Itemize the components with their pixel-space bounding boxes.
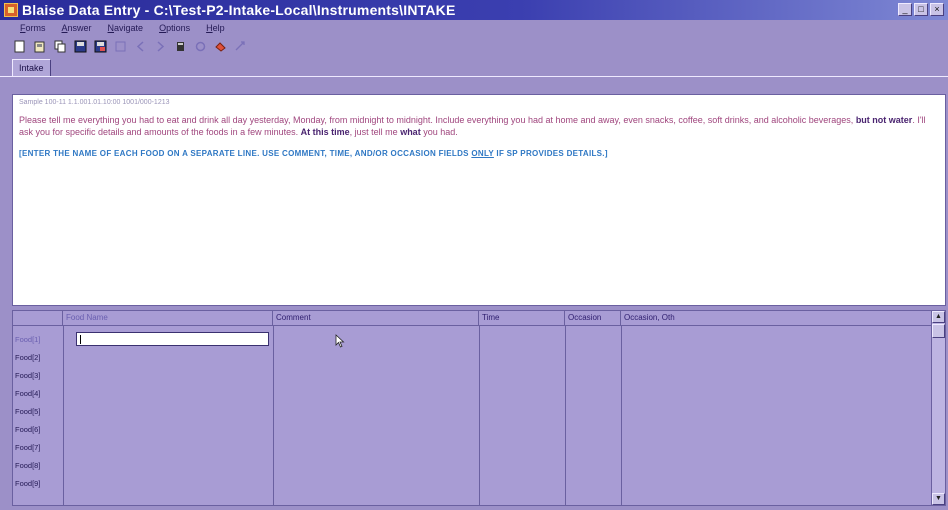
column-divider <box>479 325 480 505</box>
new-form-icon[interactable] <box>13 39 27 53</box>
next-icon[interactable] <box>153 39 167 53</box>
food-list-grid: Food Name Comment Time Occasion Occasion… <box>12 310 946 506</box>
close-button[interactable]: × <box>930 3 944 16</box>
menu-answer[interactable]: Answer <box>62 23 92 33</box>
maximize-button[interactable]: □ <box>914 3 928 16</box>
text-caret <box>80 335 81 344</box>
first-page-icon[interactable] <box>113 39 127 53</box>
question-panel: Sample 100-11 1.1.001.01.10:00 1001/000-… <box>12 94 946 306</box>
previous-icon[interactable] <box>133 39 147 53</box>
question-text-part: Please tell me everything you had to eat… <box>19 115 856 125</box>
instruction-part: IF SP PROVIDES DETAILS.] <box>493 149 608 158</box>
instruction-emphasis: ONLY <box>471 149 494 158</box>
column-header-occasion: Occasion <box>565 311 621 325</box>
row-label-food-2[interactable]: Food[2] <box>15 352 40 364</box>
menu-help[interactable]: Help <box>206 23 225 33</box>
question-header: Sample 100-11 1.1.001.01.10:00 1001/000-… <box>19 99 170 106</box>
tab-strip: Intake <box>0 58 948 77</box>
menu-bar: Forms Answer Navigate Options Help <box>0 21 948 35</box>
vertical-scrollbar[interactable]: ▲ ▼ <box>931 311 945 505</box>
question-text-part: you had. <box>420 127 458 137</box>
menu-options[interactable]: Options <box>159 23 190 33</box>
mouse-pointer-icon <box>335 334 347 350</box>
question-text-emphasis: what <box>400 127 421 137</box>
column-divider <box>63 325 64 505</box>
copy-icon[interactable] <box>53 39 67 53</box>
blaise-app-icon <box>4 3 18 17</box>
question-text-part: , just tell me <box>349 127 401 137</box>
save-as-icon[interactable] <box>93 39 107 53</box>
menu-navigate[interactable]: Navigate <box>108 23 144 33</box>
watch-window-icon[interactable] <box>213 39 227 53</box>
column-header-time: Time <box>479 311 565 325</box>
question-text-emphasis: At this time <box>300 127 350 137</box>
interviewer-instruction: [ENTER THE NAME OF EACH FOOD ON A SEPARA… <box>19 148 939 159</box>
open-form-icon[interactable] <box>33 39 47 53</box>
row-label-food-5[interactable]: Food[5] <box>15 406 40 418</box>
row-label-food-8[interactable]: Food[8] <box>15 460 40 472</box>
row-label-food-6[interactable]: Food[6] <box>15 424 40 436</box>
lookup-icon[interactable] <box>193 39 207 53</box>
last-icon[interactable] <box>173 39 187 53</box>
row-label-food-7[interactable]: Food[7] <box>15 442 40 454</box>
column-divider <box>565 325 566 505</box>
column-divider <box>273 325 274 505</box>
column-header-comment: Comment <box>273 311 479 325</box>
column-header-occasion-other: Occasion, Oth <box>624 313 675 322</box>
grid-header: Food Name Comment Time Occasion Occasion… <box>13 311 931 326</box>
row-label-food-9[interactable]: Food[9] <box>15 478 40 490</box>
save-icon[interactable] <box>73 39 87 53</box>
scroll-thumb[interactable] <box>932 324 945 338</box>
toolbar <box>0 36 948 56</box>
row-label-food-3[interactable]: Food[3] <box>15 370 40 382</box>
title-bar: Blaise Data Entry - C:\Test-P2-Intake-Lo… <box>0 0 948 20</box>
row-label-food-1[interactable]: Food[1] <box>15 334 40 346</box>
question-text: Please tell me everything you had to eat… <box>19 114 939 138</box>
column-header-food-name: Food Name <box>63 311 273 325</box>
scroll-down-arrow-icon[interactable]: ▼ <box>932 493 945 505</box>
menu-forms[interactable]: Forms <box>20 23 46 33</box>
food-name-input[interactable] <box>76 332 269 346</box>
scroll-up-arrow-icon[interactable]: ▲ <box>932 311 945 323</box>
remarks-icon[interactable] <box>233 39 247 53</box>
row-label-food-4[interactable]: Food[4] <box>15 388 40 400</box>
column-divider <box>621 325 622 505</box>
question-text-emphasis: but not water <box>855 115 913 125</box>
instruction-part: [ENTER THE NAME OF EACH FOOD ON A SEPARA… <box>19 149 472 158</box>
tab-intake[interactable]: Intake <box>12 59 51 76</box>
window-title: Blaise Data Entry - C:\Test-P2-Intake-Lo… <box>22 2 456 18</box>
row-header-corner <box>13 311 63 325</box>
minimize-button[interactable]: _ <box>898 3 912 16</box>
